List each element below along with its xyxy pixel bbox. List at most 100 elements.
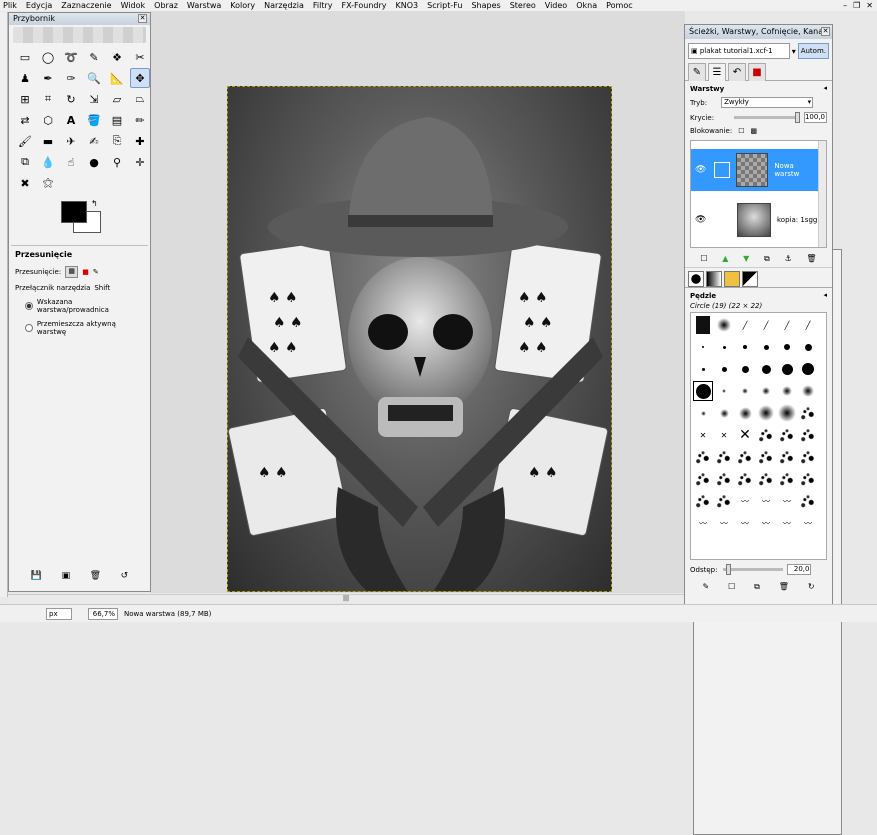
brush-item[interactable]: ✕ <box>714 425 734 445</box>
eye-icon[interactable]: 👁 <box>695 165 708 175</box>
color-picker-icon[interactable]: ✑ <box>61 68 81 88</box>
menu-video[interactable]: Video <box>545 0 567 11</box>
brush-item[interactable]: ✕ <box>693 425 713 445</box>
tab-undo[interactable]: ↶ <box>728 63 746 81</box>
raise-layer-icon[interactable]: ▲ <box>722 254 728 264</box>
close-icon[interactable]: ✕ <box>138 14 147 23</box>
reset-options-icon[interactable]: ↺ <box>121 571 129 581</box>
brush-item[interactable]: ✕ <box>735 425 755 445</box>
move-selection-mode-icon[interactable]: ■ <box>82 268 89 276</box>
spacing-value[interactable]: 20,0 <box>787 564 812 575</box>
scrollbar[interactable] <box>818 141 826 247</box>
menu-stereo[interactable]: Stereo <box>510 0 536 11</box>
brush-item[interactable] <box>714 381 734 401</box>
rect-select-icon[interactable]: ▭ <box>15 47 35 67</box>
color-select-icon[interactable]: ❖ <box>107 47 127 67</box>
warp-icon[interactable]: ⚝ <box>38 173 58 193</box>
close-icon[interactable]: ✕ <box>866 1 873 10</box>
cage-icon[interactable]: ⬡ <box>38 110 58 130</box>
crop-icon[interactable]: ⌗ <box>38 89 58 109</box>
layer-row[interactable]: 👁 Nowa warstw <box>691 149 819 191</box>
airbrush-icon[interactable]: ✈ <box>61 131 81 151</box>
fuzzy-select-icon[interactable]: ✎ <box>84 47 104 67</box>
menu-okna[interactable]: Okna <box>576 0 597 11</box>
brush-item[interactable] <box>714 315 734 335</box>
brush-item[interactable]: 〰 <box>735 491 755 511</box>
edit-brush-icon[interactable]: ✎ <box>702 582 709 592</box>
brush-item[interactable] <box>714 403 734 423</box>
brush-item[interactable] <box>735 469 755 489</box>
brush-item[interactable]: ╱ <box>735 315 755 335</box>
radio-button[interactable] <box>25 324 33 332</box>
ellipse-select-icon[interactable]: ◯ <box>38 47 58 67</box>
brush-item[interactable] <box>777 337 797 357</box>
paintbrush-icon[interactable]: 🖌 <box>15 131 35 151</box>
minimize-icon[interactable]: – <box>843 1 847 10</box>
transform-icon[interactable]: ✛ <box>130 152 150 172</box>
layer-name[interactable]: kopia: 1sgg <box>777 216 817 224</box>
brush-item[interactable]: 〰 <box>777 491 797 511</box>
scale-icon[interactable]: ⇲ <box>84 89 104 109</box>
slider-knob[interactable] <box>726 564 732 575</box>
shear-icon[interactable]: ▱ <box>107 89 127 109</box>
menu-narzedzia[interactable]: Narzędzia <box>264 0 304 11</box>
brush-item[interactable] <box>735 359 755 379</box>
restore-icon[interactable]: ❐ <box>853 1 860 10</box>
perspective-clone-icon[interactable]: ⧉ <box>15 152 35 172</box>
brush-item[interactable] <box>777 425 797 445</box>
radio-button[interactable] <box>25 302 33 310</box>
lock-alpha-icon[interactable]: ▩ <box>750 127 757 135</box>
unified-transform-icon[interactable]: ✖ <box>15 173 35 193</box>
delete-layer-icon[interactable]: 🗑 <box>806 254 816 264</box>
new-layer-icon[interactable]: ☐ <box>700 254 707 264</box>
menu-script-fu[interactable]: Script-Fu <box>427 0 462 11</box>
mode-combo[interactable]: Zwykły <box>721 97 814 108</box>
brush-item[interactable]: 〰 <box>735 513 755 533</box>
slider-knob[interactable] <box>794 112 800 123</box>
scissors-icon[interactable]: ✂ <box>130 47 150 67</box>
brush-item[interactable] <box>714 491 734 511</box>
tab-patterns[interactable] <box>706 271 722 287</box>
zoom-combo[interactable]: 66,7% <box>88 607 118 620</box>
brush-item[interactable] <box>735 337 755 357</box>
new-brush-icon[interactable]: ☐ <box>728 582 735 592</box>
brush-item[interactable]: 〰 <box>693 513 713 533</box>
layer-row[interactable]: 👁 kopia: 1sgg <box>691 199 819 241</box>
brush-item[interactable] <box>714 469 734 489</box>
dock-titlebar[interactable]: Ścieżki, Warstwy, Cofnięcie, Kana... ✕ <box>685 25 832 39</box>
ink-icon[interactable]: ✍ <box>84 131 104 151</box>
vertical-ruler[interactable] <box>0 12 8 597</box>
foreground-color[interactable] <box>61 201 87 223</box>
menu-obraz[interactable]: Obraz <box>154 0 178 11</box>
brush-item[interactable] <box>756 403 776 423</box>
menu-kolory[interactable]: Kolory <box>230 0 255 11</box>
brush-item[interactable] <box>714 359 734 379</box>
foreground-select-icon[interactable]: ♟ <box>15 68 35 88</box>
magnify-icon[interactable]: ⚲ <box>107 152 127 172</box>
brush-item[interactable] <box>693 359 713 379</box>
eraser-icon[interactable]: ▬ <box>38 131 58 151</box>
blur-icon[interactable]: 💧 <box>38 152 58 172</box>
brush-item[interactable] <box>798 359 818 379</box>
menu-pomoc[interactable]: Pomoc <box>606 0 633 11</box>
brush-item[interactable] <box>756 359 776 379</box>
horizontal-scrollbar[interactable]: ||| <box>8 594 684 603</box>
menu-plik[interactable]: Plik <box>3 0 17 11</box>
menu-warstwa[interactable]: Warstwa <box>187 0 221 11</box>
tab-palettes[interactable] <box>742 271 758 287</box>
brush-item[interactable] <box>693 469 713 489</box>
brush-item[interactable]: 〰 <box>756 513 776 533</box>
rotate-icon[interactable]: ↻ <box>61 89 81 109</box>
blend-icon[interactable]: ▤ <box>107 110 127 130</box>
brush-item[interactable] <box>714 447 734 467</box>
perspective-icon[interactable]: ⏢ <box>130 89 150 109</box>
menu-zaznaczenie[interactable]: Zaznaczenie <box>61 0 111 11</box>
save-options-icon[interactable]: 💾 <box>31 571 42 581</box>
move-layer-mode-icon[interactable]: ▦ <box>65 266 79 278</box>
move-path-mode-icon[interactable]: ✎ <box>93 268 99 276</box>
heal-icon[interactable]: ✚ <box>130 131 150 151</box>
brush-item[interactable] <box>735 403 755 423</box>
radio-move-active[interactable]: Przemieszcza aktywną warstwę <box>9 317 150 339</box>
brush-item[interactable] <box>777 381 797 401</box>
auto-button[interactable]: Autom. <box>797 43 829 59</box>
